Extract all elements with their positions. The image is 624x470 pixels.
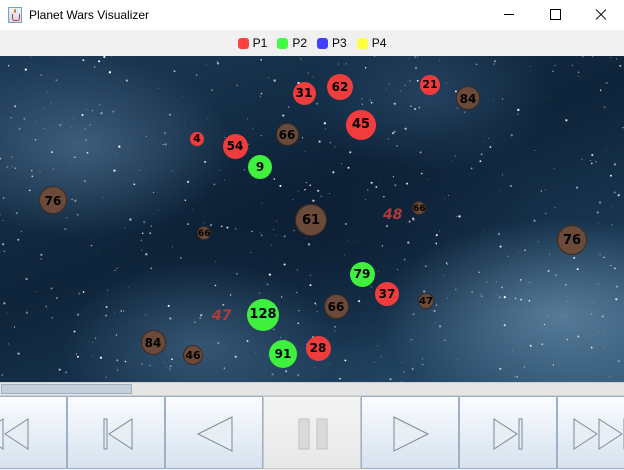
planet-neutral: 84 bbox=[456, 86, 480, 110]
legend-swatch bbox=[277, 37, 289, 49]
planet-p1: 54 bbox=[222, 133, 248, 159]
legend-label: P2 bbox=[292, 36, 307, 50]
minimize-icon bbox=[504, 14, 514, 15]
planet-p1: 31 bbox=[292, 81, 316, 105]
game-board: 4 54 9 66 31 62 45 21 84 76 61 66 66 76 79 37 66 47 128 84 4… bbox=[0, 56, 624, 382]
legend-swatch bbox=[356, 37, 368, 49]
legend-label: P3 bbox=[332, 36, 347, 50]
planet-p2: 79 bbox=[349, 261, 375, 287]
legend-label: P1 bbox=[252, 36, 268, 50]
pause-icon bbox=[298, 418, 328, 450]
skip-to-start-button[interactable] bbox=[0, 396, 67, 469]
timeline-scrollbar-thumb[interactable] bbox=[1, 384, 132, 394]
planet-neutral: 66 bbox=[412, 201, 426, 215]
fleet-label: 47 bbox=[212, 308, 232, 324]
planet-p1: 37 bbox=[375, 282, 399, 306]
java-app-icon bbox=[8, 7, 22, 23]
legend-swatch bbox=[317, 37, 328, 49]
planet-p1: 28 bbox=[305, 335, 331, 361]
play-button[interactable] bbox=[361, 396, 459, 469]
step-back-button[interactable] bbox=[67, 396, 165, 469]
minimize-button[interactable] bbox=[486, 0, 532, 30]
legend-item-p2: P2 bbox=[277, 36, 307, 50]
timeline-scrollbar[interactable] bbox=[0, 382, 624, 396]
skip-to-end-icon bbox=[573, 418, 624, 450]
planet-neutral: 84 bbox=[140, 329, 166, 355]
window-title: Planet Wars Visualizer bbox=[29, 8, 150, 22]
play-backward-icon bbox=[196, 416, 233, 452]
planet-neutral: 66 bbox=[275, 122, 299, 146]
maximize-icon bbox=[550, 9, 561, 20]
maximize-button[interactable] bbox=[532, 0, 578, 30]
player-legend: P1 P2 P3 P4 bbox=[0, 30, 624, 56]
legend-item-p4: P4 bbox=[356, 36, 387, 50]
step-forward-icon bbox=[493, 418, 523, 450]
skip-to-start-icon bbox=[0, 418, 29, 450]
title-bar: Planet Wars Visualizer bbox=[0, 0, 624, 30]
legend-item-p3: P3 bbox=[317, 36, 347, 50]
play-backward-button[interactable] bbox=[165, 396, 263, 469]
planet-p2: 9 bbox=[248, 155, 272, 179]
playback-controls bbox=[0, 396, 624, 469]
planet-neutral: 46 bbox=[183, 345, 203, 365]
step-forward-button[interactable] bbox=[459, 396, 557, 469]
legend-swatch bbox=[237, 37, 249, 49]
legend-label: P4 bbox=[371, 36, 387, 50]
planet-p2: 128 bbox=[247, 299, 279, 331]
planet-neutral: 76 bbox=[39, 186, 67, 214]
planet-p1: 45 bbox=[346, 110, 376, 140]
planet-neutral: 76 bbox=[557, 225, 587, 255]
legend-item-p1: P1 bbox=[237, 36, 268, 50]
skip-to-end-button[interactable] bbox=[557, 396, 624, 469]
planet-p2: 91 bbox=[269, 340, 297, 368]
planet-neutral: 66 bbox=[197, 226, 211, 240]
pause-button[interactable] bbox=[263, 396, 361, 469]
planet-neutral: 61 bbox=[295, 204, 327, 236]
step-back-icon bbox=[103, 418, 133, 450]
planet-p1: 4 bbox=[190, 132, 204, 146]
planet-p1: 62 bbox=[327, 74, 353, 100]
close-button[interactable] bbox=[578, 0, 624, 30]
planet-p1: 21 bbox=[420, 75, 440, 95]
planet-neutral: 47 bbox=[418, 293, 434, 309]
fleet-label: 48 bbox=[383, 207, 403, 223]
play-icon bbox=[393, 416, 430, 452]
planet-neutral: 66 bbox=[323, 293, 349, 319]
